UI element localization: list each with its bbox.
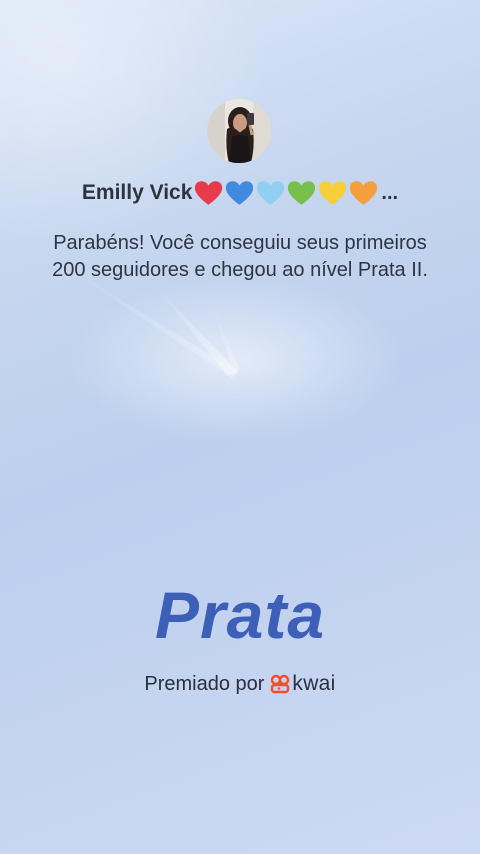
awarded-by-label: Premiado por: [144, 672, 265, 695]
green-heart-icon: [288, 181, 316, 205]
kwai-brand-name: kwai: [292, 672, 336, 695]
user-avatar[interactable]: [207, 99, 271, 163]
kwai-brand: kwai: [270, 672, 335, 696]
name-truncation: ...: [381, 181, 399, 204]
orange-heart-icon: [350, 181, 378, 205]
user-header: Emilly Vick ...: [0, 176, 480, 210]
congratulations-message: Parabéns! Você conseguiu seus primeiros …: [52, 232, 428, 281]
red-heart-icon: [195, 181, 223, 205]
avatar-photo: [207, 99, 271, 163]
level-title: Prata: [154, 578, 326, 652]
yellow-heart-icon: [319, 181, 347, 205]
kwai-logo-icon: [271, 674, 290, 694]
awarded-by-row: Premiado por kwai: [0, 672, 480, 696]
light-blue-heart-icon: [257, 181, 285, 205]
heart-emoji-list: [194, 180, 380, 206]
blue-heart-icon: [226, 181, 254, 205]
user-name[interactable]: Emilly Vick: [82, 181, 193, 205]
